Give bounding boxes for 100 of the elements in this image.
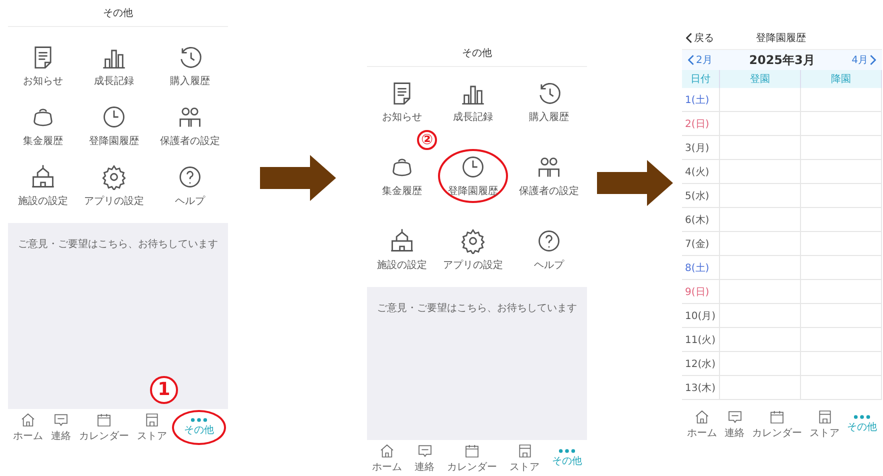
tab-button[interactable]: ストア (806, 404, 842, 444)
menu-item-label: 購入履歴 (170, 74, 210, 88)
calendar-icon (464, 442, 480, 458)
menu-item[interactable]: 保護者の設定 (517, 149, 581, 203)
menu-item[interactable]: 保護者の設定 (158, 99, 222, 153)
step-number: ② (417, 130, 437, 150)
menu-item[interactable]: 購入履歴 (158, 39, 222, 93)
more-icon (559, 448, 575, 452)
menu-item-label: 集金履歴 (23, 135, 63, 148)
home-icon (379, 442, 395, 458)
back-button[interactable]: 戻る (686, 31, 714, 45)
tab-button[interactable]: カレンダー (749, 404, 805, 444)
calendar-icon (769, 408, 785, 424)
date-cell: 5(水) (682, 184, 720, 208)
menu-item-label: アプリの設定 (443, 258, 503, 272)
date-cell: 1(土) (682, 88, 720, 112)
tab-button[interactable]: 連絡 (412, 438, 438, 476)
menu-item-label: 成長記録 (94, 74, 134, 88)
tab-button[interactable]: ホーム (369, 438, 405, 476)
menu-item[interactable]: 購入履歴 (517, 75, 581, 129)
menu-item[interactable]: 集金履歴 (16, 99, 70, 153)
help-icon (177, 164, 203, 190)
message-icon (53, 412, 69, 428)
menu-item[interactable]: アプリの設定 (82, 159, 146, 213)
date-cell: 11(火) (682, 328, 720, 352)
gear-icon (101, 164, 127, 190)
menu-item[interactable]: お知らせ (375, 75, 429, 129)
home-icon (20, 412, 36, 428)
menu-item[interactable]: ヘルプ (158, 159, 222, 213)
date-cell: 12(水) (682, 352, 720, 376)
tab-button[interactable]: ホーム (684, 404, 720, 444)
tab-button[interactable]: ストア (506, 438, 542, 476)
menu-item-label: お知らせ (23, 75, 63, 88)
menu-item[interactable]: 集金履歴 (375, 149, 429, 203)
home-icon (694, 408, 710, 424)
menu-item[interactable]: 施設の設定 (16, 159, 70, 213)
menu-item[interactable]: 施設の設定 (375, 223, 429, 277)
menu-item[interactable]: 登降園履歴 (82, 99, 146, 153)
store-icon (816, 408, 832, 424)
column-header: 降園 (801, 70, 882, 88)
tab-button[interactable]: カレンダー (76, 408, 132, 446)
menu-item-label: 施設の設定 (377, 258, 427, 272)
menu-item-label: お知らせ (382, 111, 422, 124)
clock-icon (460, 154, 486, 180)
menu-item[interactable]: アプリの設定 (441, 223, 505, 277)
menu-item[interactable]: 成長記録 (82, 39, 146, 93)
school-icon (389, 228, 415, 254)
date-cell: 13(木) (682, 376, 720, 400)
date-cell: 6(木) (682, 208, 720, 232)
column-header: 日付 (682, 70, 720, 88)
menu-item-label: 集金履歴 (382, 185, 422, 198)
menu-item-label: アプリの設定 (84, 194, 144, 208)
menu-item-label: 登降園履歴 (448, 185, 498, 198)
banner-text: ご意見・ご要望はこちら、お待ちしています (18, 238, 218, 251)
chevron-left-icon (686, 33, 692, 43)
tab-button[interactable]: カレンダー (444, 438, 500, 476)
store-icon (144, 412, 160, 428)
date-cell: 9(日) (682, 280, 720, 304)
menu-item[interactable]: 登降園履歴 (438, 149, 508, 203)
tab-button[interactable]: ストア (134, 408, 170, 446)
screen-title: その他 (103, 7, 133, 20)
chevron-left-icon (688, 55, 694, 65)
message-icon (416, 442, 432, 458)
menu-item[interactable]: ヘルプ (517, 223, 581, 277)
date-cell: 2(日) (682, 112, 720, 136)
date-cell: 4(火) (682, 160, 720, 184)
menu-item-label: ヘルプ (175, 194, 205, 208)
menu-item-label: 購入履歴 (529, 110, 569, 124)
school-icon (30, 164, 56, 190)
menu-item[interactable]: お知らせ (16, 39, 70, 93)
gear-icon (460, 228, 486, 254)
menu-item[interactable]: 成長記録 (441, 75, 505, 129)
column-header: 登園 (720, 70, 801, 88)
message-icon (726, 408, 742, 424)
date-cell: 8(土) (682, 256, 720, 280)
help-icon (536, 228, 562, 254)
month-title: 2025年3月 (749, 52, 815, 68)
next-month-link[interactable]: 4月 (852, 53, 876, 67)
menu-item-label: 成長記録 (453, 110, 493, 124)
screen-title: 登降園履歴 (756, 32, 806, 45)
screen-title: その他 (462, 47, 492, 60)
prev-month-link[interactable]: 2月 (688, 53, 712, 67)
more-icon (191, 418, 207, 422)
date-cell: 10(月) (682, 304, 720, 328)
date-cell: 7(金) (682, 232, 720, 256)
menu-item-label: 保護者の設定 (519, 184, 579, 198)
arrow-icon (596, 160, 672, 206)
menu-item-label: ヘルプ (534, 258, 564, 272)
menu-item-label: 登降園履歴 (89, 135, 139, 148)
tab-button[interactable]: ホーム (10, 408, 46, 446)
clock-icon (101, 104, 127, 130)
date-cell: 3(月) (682, 136, 720, 160)
tab-button[interactable]: 連絡 (48, 408, 74, 446)
menu-item-label: 保護者の設定 (160, 134, 220, 148)
more-icon (854, 414, 870, 418)
arrow-icon (260, 155, 336, 201)
store-icon (516, 442, 532, 458)
banner-text: ご意見・ご要望はこちら、お待ちしています (377, 302, 577, 315)
calendar-icon (96, 412, 112, 428)
tab-button[interactable]: 連絡 (722, 404, 748, 444)
